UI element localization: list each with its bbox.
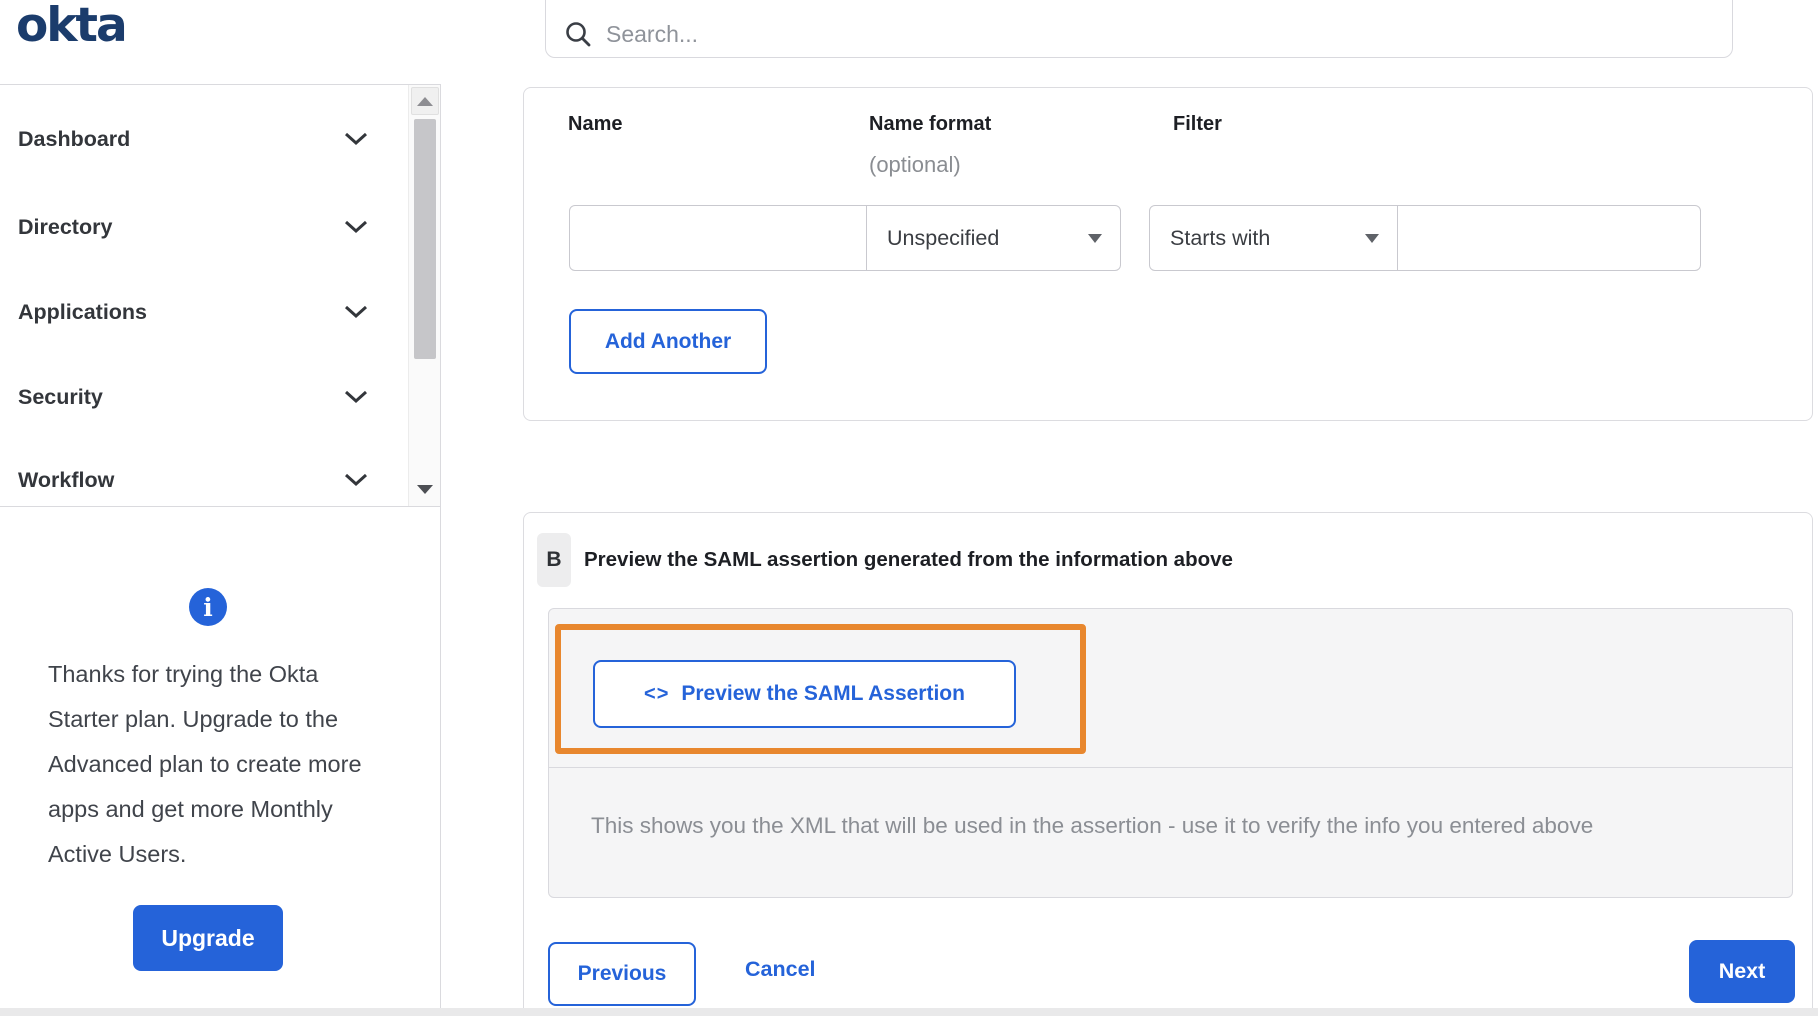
sidebar-item-applications[interactable]: Applications [18, 293, 368, 331]
okta-logo: okta [16, 0, 128, 53]
preview-saml-assertion-button[interactable]: <> Preview the SAML Assertion [593, 660, 1016, 728]
next-button[interactable]: Next [1689, 940, 1795, 1003]
scrollbar-up-button[interactable] [411, 87, 439, 115]
window-bottom-edge [0, 1008, 1818, 1016]
scrollbar-thumb[interactable] [414, 119, 436, 359]
name-format-value: Unspecified [887, 225, 1000, 250]
section-b-heading: Preview the SAML assertion generated fro… [584, 548, 1233, 571]
saml-preview-card: B Preview the SAML assertion generated f… [523, 512, 1813, 1016]
sidebar-right-divider [440, 84, 441, 1008]
filter-operator-value: Starts with [1170, 225, 1271, 250]
chevron-down-icon [344, 473, 368, 487]
previous-button[interactable]: Previous [548, 942, 696, 1006]
chevron-down-icon [344, 220, 368, 234]
attribute-statements-card: Name Name format (optional) Filter Unspe… [523, 87, 1813, 421]
sidebar-item-label: Dashboard [18, 126, 131, 151]
code-icon: <> [644, 682, 670, 705]
chevron-down-icon [344, 305, 368, 319]
preview-panel-divider [549, 767, 1792, 768]
sidebar-scrollbar[interactable] [408, 85, 440, 506]
sidebar-item-label: Directory [18, 214, 113, 239]
caret-down-icon [1365, 233, 1379, 243]
name-format-column-header: Name format [869, 113, 992, 135]
attribute-name-input[interactable] [569, 205, 867, 271]
okta-admin-window: okta Dashboard Directory Applications Se… [0, 0, 1818, 1016]
section-b-badge: B [537, 533, 571, 587]
sidebar-nav-bottom-divider [0, 506, 441, 507]
preview-button-label: Preview the SAML Assertion [681, 682, 965, 705]
global-search[interactable] [545, 0, 1733, 58]
optional-label: (optional) [869, 152, 961, 177]
arrow-up-icon [417, 96, 433, 106]
preview-panel: This shows you the XML that will be used… [548, 608, 1793, 898]
filter-value-input[interactable] [1397, 205, 1701, 271]
sidebar-item-workflow[interactable]: Workflow [18, 461, 368, 499]
sidebar-item-label: Security [18, 384, 103, 409]
sidebar-item-label: Applications [18, 299, 148, 324]
preview-hint-text: This shows you the XML that will be used… [591, 813, 1594, 838]
name-column-header: Name [568, 113, 623, 135]
search-icon [566, 22, 591, 47]
plan-promo-text: Thanks for trying the Okta Starter plan.… [48, 661, 362, 867]
scrollbar-down-button[interactable] [411, 476, 439, 502]
upgrade-button[interactable]: Upgrade [133, 905, 283, 971]
sidebar-item-security[interactable]: Security [18, 378, 368, 416]
filter-column-header: Filter [1173, 113, 1222, 135]
filter-operator-select[interactable]: Starts with [1149, 205, 1398, 271]
add-another-button[interactable]: Add Another [569, 309, 767, 374]
sidebar-item-dashboard[interactable]: Dashboard [18, 120, 368, 158]
caret-down-icon [1088, 233, 1102, 243]
cancel-link[interactable]: Cancel [745, 957, 816, 982]
arrow-down-icon [417, 484, 433, 494]
sidebar-item-directory[interactable]: Directory [18, 208, 368, 246]
chevron-down-icon [344, 390, 368, 404]
info-icon: i [189, 588, 227, 626]
sidebar-item-label: Workflow [18, 467, 115, 492]
search-input[interactable] [606, 21, 1714, 48]
chevron-down-icon [344, 132, 368, 146]
name-format-select[interactable]: Unspecified [866, 205, 1121, 271]
sidebar-top-divider [0, 84, 441, 85]
